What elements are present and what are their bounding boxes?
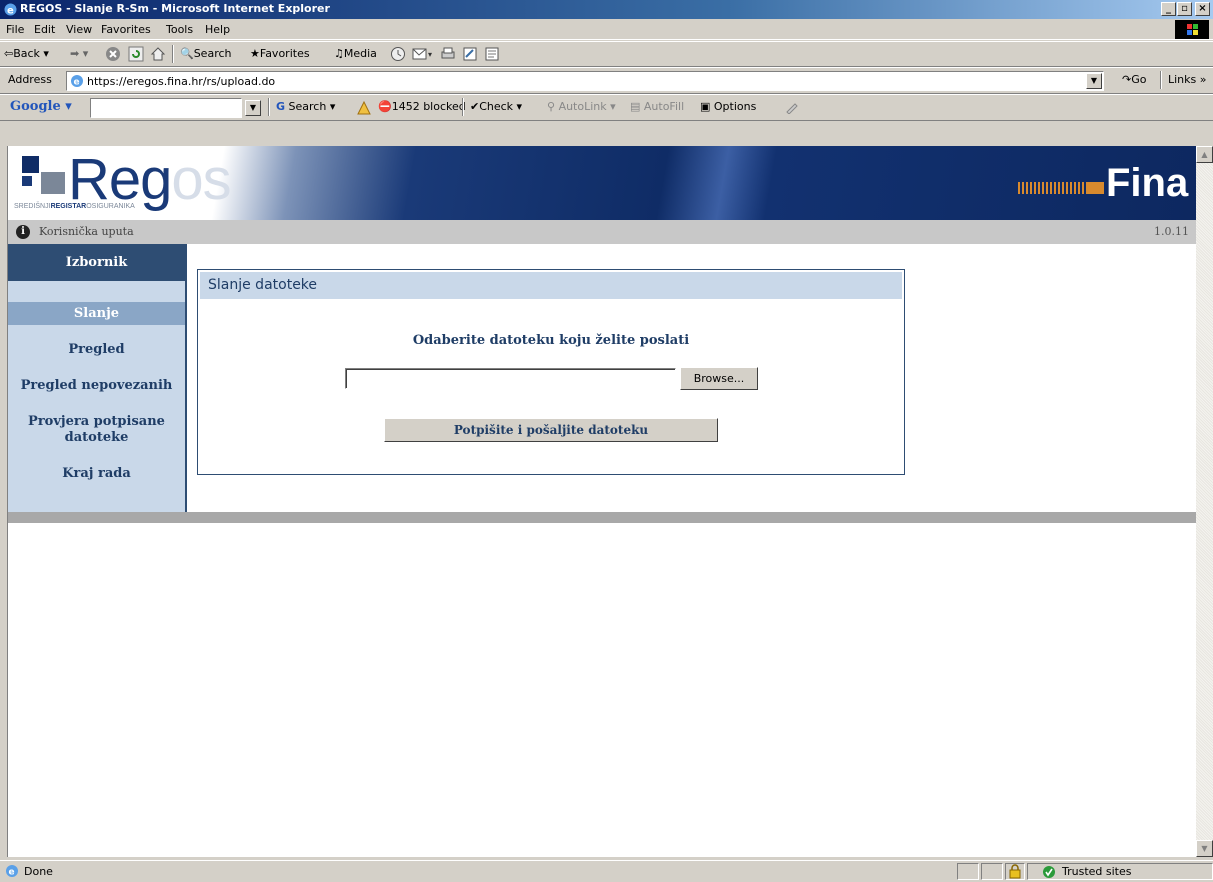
regos-logo-subtitle: SREDIŠNJIREGISTAROSIGURANIKA [14,203,135,210]
google-logo[interactable]: Google ▾ [10,99,72,114]
maximize-button[interactable]: ▫ [1177,2,1192,16]
page-viewport: Regos SREDIŠNJIREGISTAROSIGURANIKA Fina … [7,146,1197,857]
svg-text:e: e [7,6,14,17]
menu-help[interactable]: Help [205,23,230,36]
spell-check-button[interactable]: ✔Check ▾ [470,100,522,113]
autofill-button[interactable]: ▤ AutoFill [630,100,684,113]
panel-title: Slanje datoteke [200,272,902,299]
menu-view[interactable]: View [66,23,92,36]
sidebar-item-pregled-nepovezanih[interactable]: Pregled nepovezanih [8,378,185,394]
discuss-icon[interactable] [484,46,500,62]
sidebar-item-pregled[interactable]: Pregled [8,342,185,358]
forward-button[interactable]: ➡ ▾ [70,47,88,60]
mail-icon[interactable]: ▾ [412,46,434,62]
go-button[interactable]: ↷Go [1122,73,1146,86]
upload-panel: Slanje datoteke Odaberite datoteku koju … [197,269,905,475]
svg-text:e: e [74,78,80,88]
sidebar-menu: Izbornik Slanje Pregled Pregled nepoveza… [8,244,187,512]
browser-window: e REGOS - Slanje R-Sm - Microsoft Intern… [0,0,1213,880]
options-button[interactable]: ▣ Options [700,100,756,113]
menu-bar: File Edit View Favorites Tools Help [0,19,1213,40]
sign-and-send-button[interactable]: Potpišite i pošaljite datoteku [384,418,718,442]
address-label: Address [8,73,52,86]
favorites-button[interactable]: ★Favorites [250,47,310,60]
pencil-icon[interactable] [785,100,799,114]
autolink-button[interactable]: ⚲ AutoLink ▾ [547,100,616,113]
sidebar-item-slanje[interactable]: Slanje [8,302,185,325]
page-icon: e [71,75,83,88]
links-button[interactable]: Links » [1168,73,1207,86]
sidebar-item-kraj-rada[interactable]: Kraj rada [8,466,185,482]
window-title: REGOS - Slanje R-Sm - Microsoft Internet… [20,2,330,15]
sidebar-item-provjera[interactable]: Provjera potpisane datoteke [8,414,185,446]
security-zone-label: Trusted sites [1062,865,1132,878]
search-button[interactable]: 🔍Search [180,47,232,60]
google-dropdown[interactable]: ▼ [245,100,261,116]
trusted-zone-icon [1043,866,1055,878]
page-footer-bar [8,512,1197,523]
upload-prompt: Odaberite datoteku koju želite poslati [412,333,690,348]
info-icon: i [16,225,30,239]
close-button[interactable]: × [1195,2,1210,16]
user-guide-link[interactable]: Korisnička uputa [39,225,134,238]
browse-button[interactable]: Browse... [680,367,758,390]
address-dropdown[interactable]: ▼ [1086,73,1102,89]
home-icon[interactable] [150,46,166,62]
scroll-up-icon[interactable]: ▲ [1196,146,1213,163]
sidebar-heading: Izbornik [8,244,185,281]
ie-logo-icon: e [4,3,17,17]
media-button[interactable]: ♫Media [334,47,377,60]
file-path-input[interactable] [345,368,676,389]
menu-tools[interactable]: Tools [166,23,193,36]
popup-blocker-button[interactable]: ⛔1452 blocked [378,100,466,113]
regos-logo-mark [22,156,39,173]
vertical-scrollbar[interactable]: ▲ ▼ [1196,146,1213,857]
edit-icon[interactable] [462,46,478,62]
fina-logo: Fina [1106,161,1189,205]
history-icon[interactable] [390,46,406,62]
google-search-input[interactable] [90,98,242,118]
regos-banner: Regos SREDIŠNJIREGISTAROSIGURANIKA Fina [8,146,1197,220]
svg-text:▾: ▾ [428,50,432,59]
google-search-button[interactable]: G Search ▾ [276,100,335,113]
status-bar: e Done Trusted sites [0,860,1213,880]
version-label: 1.0.11 [1154,225,1189,238]
news-icon[interactable] [356,100,372,116]
stop-icon[interactable] [105,46,121,62]
minimize-button[interactable]: _ [1161,2,1176,16]
scroll-down-icon[interactable]: ▼ [1196,840,1213,857]
standard-toolbar: ⇦Back ▾ ➡ ▾ 🔍Search ★Favorites ♫Media ▾ [0,41,1213,67]
title-bar: e REGOS - Slanje R-Sm - Microsoft Intern… [0,0,1213,19]
menu-favorites[interactable]: Favorites [101,23,151,36]
ssl-lock-icon[interactable] [1005,863,1025,880]
back-button[interactable]: ⇦Back ▾ [4,47,49,60]
info-bar: i Korisnička uputa 1.0.11 [8,220,1197,244]
refresh-icon[interactable] [128,46,144,62]
menu-file[interactable]: File [6,23,24,36]
print-icon[interactable] [440,46,456,62]
google-toolbar: Google ▾ ▼ G Search ▾ ⛔1452 blocked ✔Che… [0,94,1213,121]
address-input[interactable]: e https://eregos.fina.hr/rs/upload.do ▼ [66,71,1104,91]
menu-edit[interactable]: Edit [34,23,55,36]
windows-logo-icon [1175,20,1209,39]
address-bar: Address e https://eregos.fina.hr/rs/uplo… [0,67,1213,94]
address-url: https://eregos.fina.hr/rs/upload.do [87,75,276,88]
